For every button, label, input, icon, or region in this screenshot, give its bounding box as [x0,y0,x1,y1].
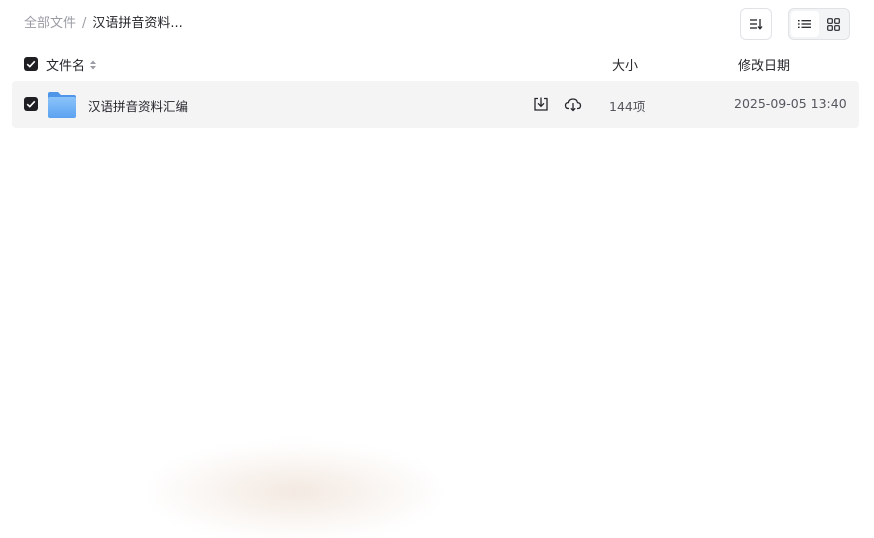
select-all-checkbox[interactable] [24,57,38,71]
file-name[interactable]: 汉语拼音资料汇编 [88,96,188,115]
breadcrumb-current: 汉语拼音资料... [92,16,183,31]
list-view-button[interactable] [791,11,819,37]
breadcrumb: 全部文件 / 汉语拼音资料... [24,15,183,33]
check-icon [26,60,36,68]
breadcrumb-separator: / [82,16,87,31]
background-glow [150,445,440,538]
column-header-name[interactable]: 文件名 [46,55,97,74]
check-icon [26,100,36,108]
file-modified-date: 2025-09-05 13:40 [734,96,847,111]
cloud-download-icon [564,98,582,112]
grid-view-button[interactable] [819,11,847,37]
table-header: 文件名 大小 修改日期 [0,50,874,78]
column-header-name-label: 文件名 [46,59,86,74]
list-view-icon [798,20,811,28]
sort-icon [750,19,763,30]
view-toggle [788,8,850,40]
column-header-size[interactable]: 大小 [612,55,638,74]
download-icon [534,97,548,111]
sort-toggle-icon [90,60,97,69]
sort-button[interactable] [740,8,772,40]
file-browser: 全部文件 / 汉语拼音资料... 文件名 大小 修改日期 汉语拼音资料汇编 14… [0,0,874,538]
download-button[interactable] [531,94,551,114]
row-checkbox[interactable] [24,97,38,111]
top-bar: 全部文件 / 汉语拼音资料... [0,0,874,48]
table-row[interactable]: 汉语拼音资料汇编 144项 2025-09-05 13:40 [12,81,859,128]
grid-view-icon [826,17,840,31]
column-header-date[interactable]: 修改日期 [738,55,790,74]
file-size: 144项 [609,99,646,114]
cloud-save-button[interactable] [563,94,583,114]
breadcrumb-root-link[interactable]: 全部文件 [24,15,76,33]
folder-icon [48,92,76,118]
